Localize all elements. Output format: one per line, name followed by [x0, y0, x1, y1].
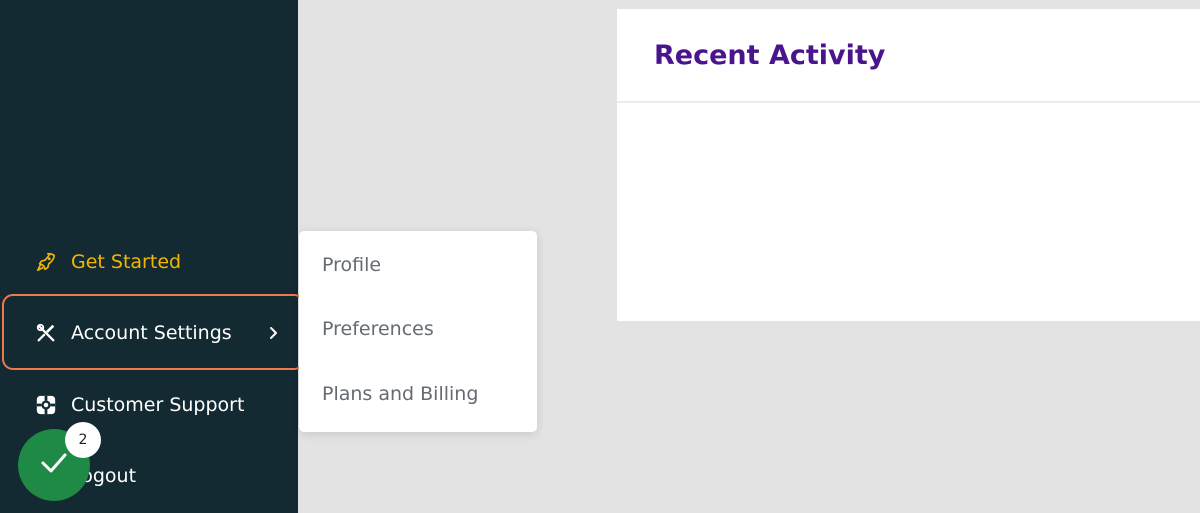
submenu-item-plans-and-billing[interactable]: Plans and Billing [322, 383, 478, 405]
account-settings-submenu: Profile Preferences Plans and Billing [299, 231, 537, 432]
sidebar-item-get-started[interactable]: Get Started [0, 237, 298, 287]
sidebar-item-customer-support[interactable]: Customer Support [0, 380, 298, 430]
sidebar-item-label: Get Started [71, 251, 182, 273]
rocket-icon [34, 250, 58, 274]
card-header: Recent Activity [617, 9, 1200, 103]
support-icon [34, 393, 58, 417]
recent-activity-card: Recent Activity [617, 9, 1200, 321]
check-icon [40, 452, 68, 478]
card-title: Recent Activity [654, 39, 886, 71]
submenu-item-profile[interactable]: Profile [322, 254, 381, 276]
sidebar-item-label: Customer Support [71, 394, 245, 416]
sidebar-item-account-settings[interactable]: Account Settings [0, 308, 298, 358]
sidebar-item-label: Account Settings [71, 322, 232, 344]
tools-icon [34, 321, 58, 345]
notification-badge: 2 [65, 422, 101, 458]
submenu-item-preferences[interactable]: Preferences [322, 318, 434, 340]
chevron-right-icon [268, 321, 280, 345]
